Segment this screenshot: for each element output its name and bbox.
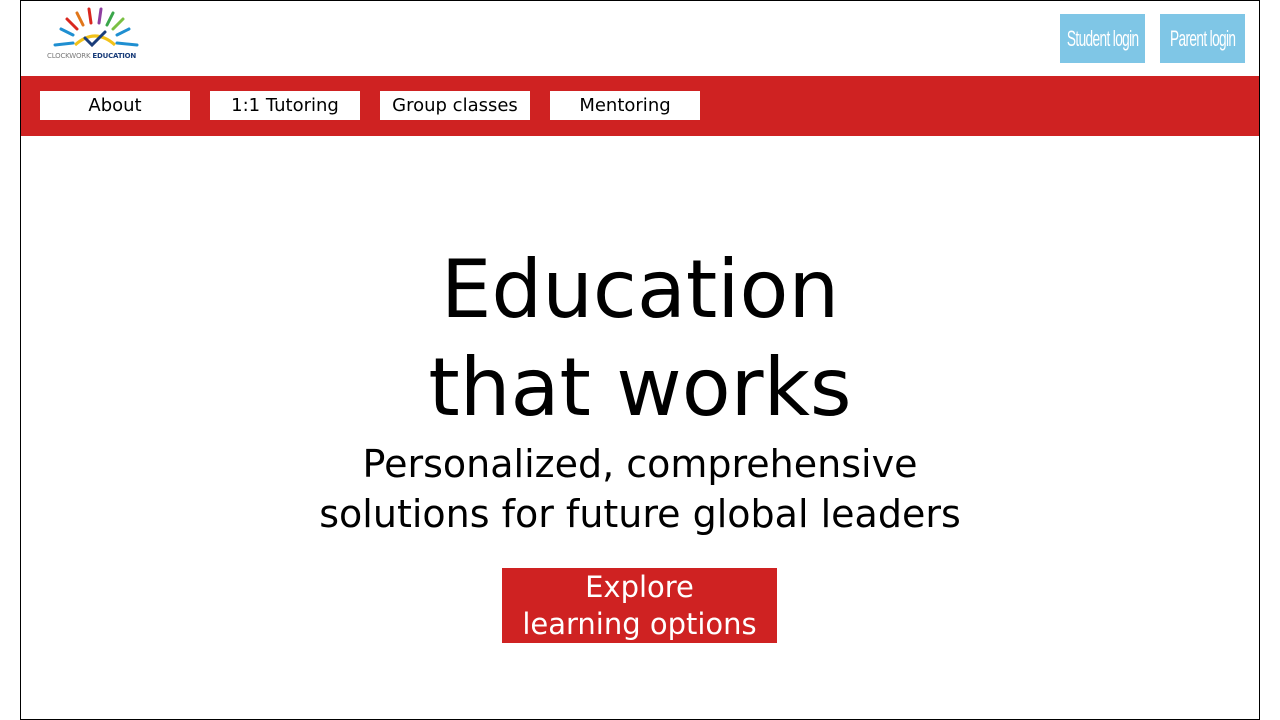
logo-text-bold: EDUCATION <box>92 52 137 60</box>
nav-item-about[interactable]: About <box>40 91 190 120</box>
cta-line-2: learning options <box>522 606 757 641</box>
hero-title: Education that works <box>21 241 1259 437</box>
main-nav: About 1:1 Tutoring Group classes Mentori… <box>21 76 1259 136</box>
logo[interactable]: CLOCKWORK EDUCATION <box>47 5 143 63</box>
student-login-button[interactable]: Student login <box>1060 14 1145 63</box>
hero-title-line-2: that works <box>428 341 852 434</box>
student-login-label: Student login <box>1066 25 1139 51</box>
hero-title-line-1: Education <box>440 243 840 336</box>
nav-item-tutoring[interactable]: 1:1 Tutoring <box>210 91 360 120</box>
nav-item-mentoring[interactable]: Mentoring <box>550 91 700 120</box>
hero-subtitle-line-2: solutions for future global leaders <box>319 492 961 536</box>
hero-subtitle: Personalized, comprehensive solutions fo… <box>21 439 1259 539</box>
page-frame: CLOCKWORK EDUCATION Student login Parent… <box>20 0 1260 720</box>
logo-text: CLOCKWORK EDUCATION <box>47 52 147 60</box>
parent-login-label: Parent login <box>1169 25 1236 51</box>
header: CLOCKWORK EDUCATION Student login Parent… <box>21 1 1259 76</box>
clockwork-sun-logo-icon <box>53 7 139 48</box>
logo-text-light: CLOCKWORK <box>47 52 91 60</box>
hero-subtitle-line-1: Personalized, comprehensive <box>362 442 918 486</box>
nav-item-group-classes[interactable]: Group classes <box>380 91 530 120</box>
explore-learning-options-button[interactable]: Explore learning options <box>502 568 777 643</box>
cta-line-1: Explore <box>585 569 694 604</box>
parent-login-button[interactable]: Parent login <box>1160 14 1245 63</box>
